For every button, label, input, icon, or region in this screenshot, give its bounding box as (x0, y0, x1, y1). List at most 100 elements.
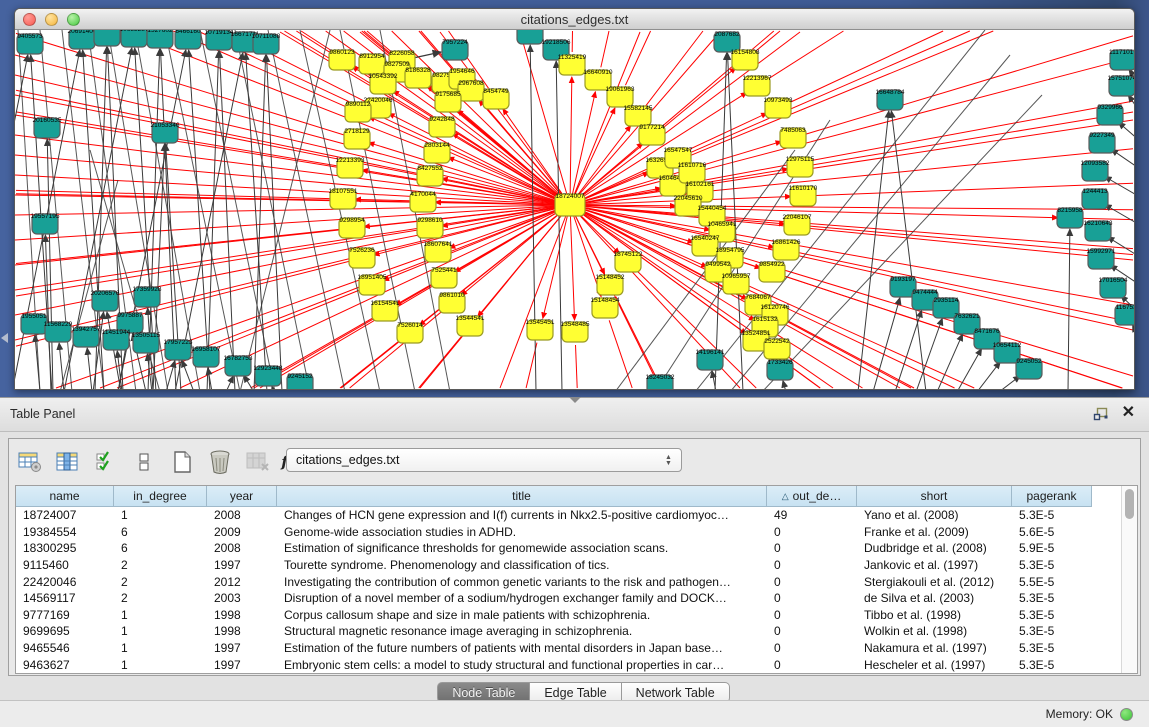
cell-short[interactable]: Wolkin et al. (1998) (857, 624, 1012, 638)
cell-name[interactable]: 9465546 (16, 641, 114, 655)
cell-pagerank[interactable]: 5.3E-5 (1012, 658, 1092, 672)
cell-name[interactable]: 18300295 (16, 541, 114, 555)
cell-in_degree[interactable]: 2 (114, 575, 207, 589)
splitter-grip-icon[interactable] (569, 397, 581, 403)
cell-name[interactable]: 18724007 (16, 508, 114, 522)
cell-year[interactable]: 1997 (207, 558, 277, 572)
cell-year[interactable]: 1998 (207, 624, 277, 638)
cell-short[interactable]: Yano et al. (2008) (857, 508, 1012, 522)
scrollbar-thumb[interactable] (1125, 489, 1134, 519)
cell-in_degree[interactable]: 6 (114, 525, 207, 539)
table-row[interactable]: 946554611997Estimation of the future num… (16, 640, 1137, 657)
collapse-panel-arrow-icon[interactable] (1, 333, 8, 343)
cell-title[interactable]: Estimation of significance thresholds fo… (277, 541, 767, 555)
cell-title[interactable]: Corpus callosum shape and size in male p… (277, 608, 767, 622)
column-header-in_degree[interactable]: in_degree (114, 486, 207, 507)
show-column-icon[interactable] (55, 449, 81, 475)
cell-title[interactable]: Genome-wide association studies in ADHD. (277, 525, 767, 539)
cell-out_de[interactable]: 0 (767, 575, 857, 589)
cell-title[interactable]: Disruption of a novel member of a sodium… (277, 591, 767, 605)
table-settings-icon[interactable] (17, 449, 43, 475)
new-document-icon[interactable] (169, 449, 195, 475)
cell-in_degree[interactable]: 1 (114, 658, 207, 672)
cell-in_degree[interactable]: 1 (114, 508, 207, 522)
select-columns-icon[interactable] (93, 449, 119, 475)
cell-short[interactable]: Nakamura et al. (1997) (857, 641, 1012, 655)
cell-short[interactable]: Franke et al. (2009) (857, 525, 1012, 539)
table-row[interactable]: 2242004622012Investigating the contribut… (16, 573, 1137, 590)
cell-title[interactable]: Changes of HCN gene expression and I(f) … (277, 508, 767, 522)
cell-in_degree[interactable]: 1 (114, 624, 207, 638)
cell-short[interactable]: Tibbo et al. (1998) (857, 608, 1012, 622)
column-header-name[interactable]: name (16, 486, 114, 507)
cell-out_de[interactable]: 0 (767, 541, 857, 555)
column-header-pagerank[interactable]: pagerank (1012, 486, 1092, 507)
cell-year[interactable]: 2012 (207, 575, 277, 589)
cell-year[interactable]: 1997 (207, 641, 277, 655)
table-row[interactable]: 911546021997Tourette syndrome. Phenomeno… (16, 557, 1137, 574)
table-row[interactable]: 1830029562008Estimation of significance … (16, 540, 1137, 557)
delete-trash-icon[interactable] (207, 449, 233, 475)
network-window[interactable]: citations_edges.txt 94055732069140618693… (14, 8, 1135, 390)
cell-name[interactable]: 14569117 (16, 591, 114, 605)
cell-pagerank[interactable]: 5.3E-5 (1012, 624, 1092, 638)
close-panel-icon[interactable]: ✕ (1122, 404, 1135, 422)
cell-year[interactable]: 2003 (207, 591, 277, 605)
table-rows[interactable]: 1872400712008Changes of HCN gene express… (16, 507, 1137, 673)
cell-short[interactable]: Jankovic et al. (1997) (857, 558, 1012, 572)
cell-in_degree[interactable]: 2 (114, 591, 207, 605)
row-height-icon[interactable] (131, 449, 157, 475)
table-row[interactable]: 977716911998Corpus callosum shape and si… (16, 607, 1137, 624)
table-source-dropdown[interactable]: citations_edges.txt ▲▼ (286, 448, 682, 472)
cell-out_de[interactable]: 0 (767, 591, 857, 605)
cell-out_de[interactable]: 0 (767, 624, 857, 638)
cell-out_de[interactable]: 0 (767, 641, 857, 655)
cell-out_de[interactable]: 0 (767, 525, 857, 539)
cell-name[interactable]: 19384554 (16, 525, 114, 539)
cell-year[interactable]: 2009 (207, 525, 277, 539)
cell-year[interactable]: 1998 (207, 608, 277, 622)
cell-pagerank[interactable]: 5.3E-5 (1012, 558, 1092, 572)
cell-name[interactable]: 9777169 (16, 608, 114, 622)
network-window-titlebar[interactable]: citations_edges.txt (15, 9, 1134, 30)
cell-title[interactable]: Estimation of the future numbers of pati… (277, 641, 767, 655)
table-row[interactable]: 1456911722003Disruption of a novel membe… (16, 590, 1137, 607)
cell-out_de[interactable]: 0 (767, 558, 857, 572)
column-header-title[interactable]: title (277, 486, 767, 507)
cell-out_de[interactable]: 49 (767, 508, 857, 522)
cell-in_degree[interactable]: 2 (114, 558, 207, 572)
node-table[interactable]: namein_degreeyeartitle△out_de…shortpager… (15, 485, 1138, 674)
table-row[interactable]: 946362711997Embryonic stem cells: a mode… (16, 656, 1137, 673)
vertical-scrollbar[interactable] (1121, 486, 1137, 673)
cell-name[interactable]: 9699695 (16, 624, 114, 638)
cell-out_de[interactable]: 0 (767, 658, 857, 672)
cell-in_degree[interactable]: 6 (114, 541, 207, 555)
minimize-window-button[interactable] (45, 13, 58, 26)
cell-short[interactable]: de Silva et al. (2003) (857, 591, 1012, 605)
cell-in_degree[interactable]: 1 (114, 641, 207, 655)
cell-title[interactable]: Tourette syndrome. Phenomenology and cla… (277, 558, 767, 572)
cell-name[interactable]: 9115460 (16, 558, 114, 572)
cell-year[interactable]: 2008 (207, 541, 277, 555)
cell-short[interactable]: Stergiakouli et al. (2012) (857, 575, 1012, 589)
table-row[interactable]: 1938455462009Genome-wide association stu… (16, 524, 1137, 541)
float-panel-icon[interactable] (1093, 406, 1109, 422)
cell-short[interactable]: Hescheler et al. (1997) (857, 658, 1012, 672)
table-row[interactable]: 1872400712008Changes of HCN gene express… (16, 507, 1137, 524)
delete-table-icon[interactable] (245, 449, 271, 475)
cell-pagerank[interactable]: 5.3E-5 (1012, 608, 1092, 622)
cell-short[interactable]: Dudbridge et al. (2008) (857, 541, 1012, 555)
cell-name[interactable]: 22420046 (16, 575, 114, 589)
zoom-window-button[interactable] (67, 13, 80, 26)
column-header-year[interactable]: year (207, 486, 277, 507)
table-row[interactable]: 969969511998Structural magnetic resonanc… (16, 623, 1137, 640)
sort-ascending-icon[interactable]: △ (782, 491, 789, 502)
cell-in_degree[interactable]: 1 (114, 608, 207, 622)
cell-pagerank[interactable]: 5.3E-5 (1012, 591, 1092, 605)
cell-pagerank[interactable]: 5.9E-5 (1012, 541, 1092, 555)
cell-pagerank[interactable]: 5.6E-5 (1012, 525, 1092, 539)
cell-name[interactable]: 9463627 (16, 658, 114, 672)
cell-pagerank[interactable]: 5.3E-5 (1012, 641, 1092, 655)
column-header-out_de[interactable]: △out_de… (767, 486, 857, 507)
close-window-button[interactable] (23, 13, 36, 26)
